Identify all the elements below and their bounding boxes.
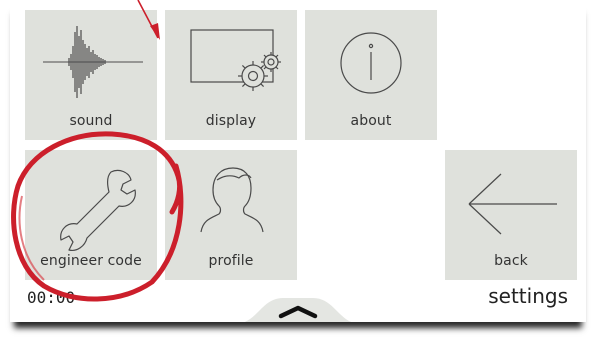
sound-label: sound	[69, 113, 113, 129]
page-title: settings	[488, 284, 568, 308]
back-label: back	[494, 253, 528, 269]
display-label: display	[205, 113, 257, 129]
pull-up-handle[interactable]	[235, 294, 361, 322]
about-label: about	[350, 113, 392, 129]
handle-shape	[244, 298, 352, 322]
profile-tile[interactable]: profile	[165, 150, 297, 280]
display-tile[interactable]: display	[165, 10, 297, 140]
sound-tile[interactable]: sound	[25, 10, 157, 140]
back-tile[interactable]: back	[445, 150, 577, 280]
clock-time: 00:00	[27, 288, 76, 307]
about-tile[interactable]: about	[305, 10, 437, 140]
engineer-code-tile[interactable]: engineer code	[25, 150, 157, 280]
device-screen-frame: sound display about engineer code profil…	[10, 0, 586, 322]
engineer-code-label: engineer code	[40, 253, 142, 269]
profile-label: profile	[208, 253, 254, 269]
settings-screen: sound display about engineer code profil…	[10, 0, 586, 322]
